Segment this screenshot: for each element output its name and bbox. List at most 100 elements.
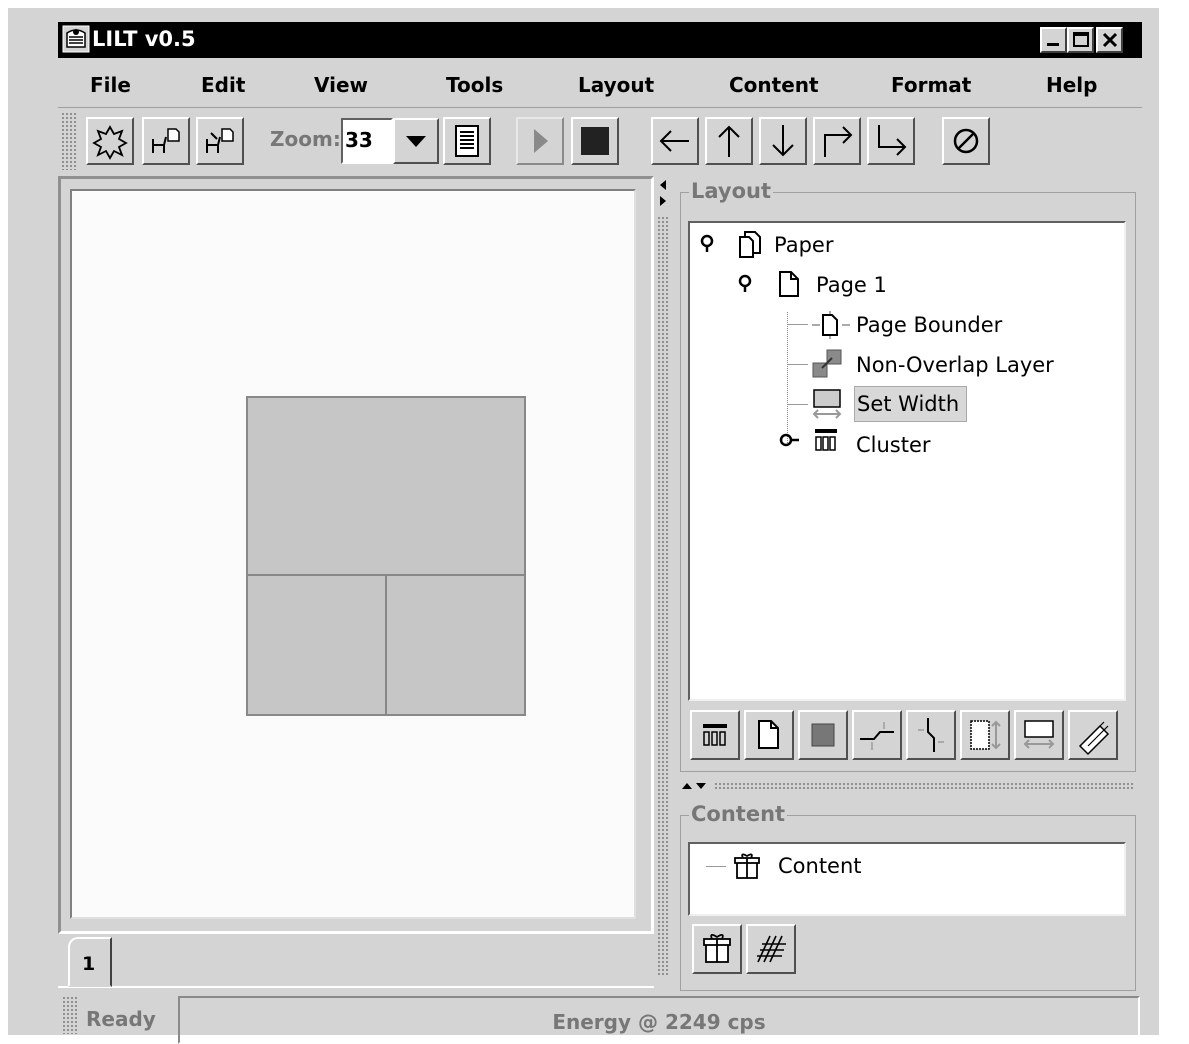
zoom-input[interactable]: 33 xyxy=(341,118,393,164)
stack-icon xyxy=(1078,721,1110,756)
page-view-button[interactable] xyxy=(443,117,491,165)
cancel-button[interactable] xyxy=(942,117,990,165)
tree-node-non-overlap-layer[interactable]: Non-Overlap Layer xyxy=(856,351,1054,379)
menu-bar: File Edit View Tools Layout Content Form… xyxy=(58,60,1142,108)
status-bar: Ready Energy @ 2249 cps xyxy=(58,992,1142,1044)
tree-node-page-bounder[interactable]: Page Bounder xyxy=(856,311,1002,339)
arrow-left-icon xyxy=(659,130,689,152)
content-group-title: Content xyxy=(689,802,788,826)
move-down-button[interactable] xyxy=(759,117,807,165)
add-text-button[interactable] xyxy=(746,924,796,974)
window-title: LILT v0.5 xyxy=(92,27,196,51)
arrow-down-icon xyxy=(772,125,794,157)
tree-node-paper[interactable]: Paper xyxy=(774,231,833,259)
content-tree[interactable]: Content xyxy=(688,842,1126,916)
add-cluster-button[interactable] xyxy=(690,710,740,760)
page-tab-strip xyxy=(58,934,654,988)
tree-node-set-width[interactable]: Set Width xyxy=(854,386,967,422)
move-next-button[interactable] xyxy=(813,117,861,165)
layout-group-title: Layout xyxy=(689,179,774,203)
title-bar[interactable]: LILT v0.5 xyxy=(58,22,1142,58)
maximize-button[interactable] xyxy=(1067,27,1094,53)
close-button[interactable] xyxy=(1096,27,1123,53)
page-icon xyxy=(779,271,799,297)
split-divider-grip xyxy=(657,216,669,976)
layout-tree[interactable]: Paper Page 1 Page Bounder Non-Overlap La… xyxy=(688,221,1126,701)
play-icon xyxy=(534,129,548,153)
tree-connector-line xyxy=(788,364,808,365)
menu-help[interactable]: Help xyxy=(1046,71,1097,99)
toolbar-grip[interactable] xyxy=(61,112,77,170)
cluster-icon xyxy=(815,429,837,451)
new-button[interactable] xyxy=(86,117,134,165)
menu-format[interactable]: Format xyxy=(891,71,971,99)
add-box-button[interactable] xyxy=(798,710,848,760)
chair-page-icon xyxy=(152,128,180,153)
stop-icon xyxy=(581,127,609,155)
open-button[interactable] xyxy=(142,117,190,165)
set-width-button[interactable] xyxy=(1014,710,1064,760)
maximize-icon xyxy=(1073,32,1089,47)
layout-box-bottom-right[interactable] xyxy=(385,574,526,716)
vertical-split-icon xyxy=(918,718,944,752)
page-bounder-icon xyxy=(812,311,850,339)
menu-file[interactable]: File xyxy=(90,71,131,99)
expand-handle-icon[interactable] xyxy=(778,431,802,449)
arrow-down-right-icon xyxy=(878,125,907,156)
tree-node-page-1[interactable]: Page 1 xyxy=(816,271,887,299)
menu-edit[interactable]: Edit xyxy=(201,71,245,99)
tree-connector-line xyxy=(787,312,788,445)
move-into-button[interactable] xyxy=(867,117,915,165)
layout-box-bottom-left[interactable] xyxy=(246,574,388,716)
collapse-arrows-icon[interactable] xyxy=(680,778,710,792)
menu-layout[interactable]: Layout xyxy=(578,71,654,99)
minimize-button[interactable] xyxy=(1040,27,1067,53)
status-energy: Energy @ 2249 cps xyxy=(552,1010,766,1034)
set-height-button[interactable] xyxy=(960,710,1010,760)
status-energy-field: Energy @ 2249 cps xyxy=(178,996,1140,1044)
tab-strip-line xyxy=(58,986,654,988)
toolbar: Zoom: 33 xyxy=(58,110,1142,174)
app-logo-icon xyxy=(62,25,90,53)
tree-connector-line xyxy=(706,866,726,867)
save-button[interactable] xyxy=(196,117,244,165)
menu-content[interactable]: Content xyxy=(729,71,819,99)
tree-node-set-width-label: Set Width xyxy=(857,392,960,416)
horizontal-split-button[interactable] xyxy=(852,710,902,760)
chevron-down-icon xyxy=(406,136,426,147)
zoom-dropdown-button[interactable] xyxy=(393,118,439,164)
add-content-button[interactable] xyxy=(692,924,742,974)
stop-button[interactable] xyxy=(571,117,619,165)
page-icon xyxy=(758,720,779,749)
minimize-icon xyxy=(1047,43,1059,46)
expand-handle-icon[interactable] xyxy=(698,233,716,257)
box-icon xyxy=(811,723,835,747)
chair-page-save-icon xyxy=(206,128,234,153)
collapse-arrows-icon[interactable] xyxy=(656,178,670,216)
expand-handle-icon[interactable] xyxy=(736,273,754,297)
set-width-icon xyxy=(812,389,842,419)
tree-node-cluster[interactable]: Cluster xyxy=(856,431,931,459)
layout-box-top[interactable] xyxy=(246,396,526,578)
layout-canvas[interactable] xyxy=(70,189,636,919)
move-left-button[interactable] xyxy=(651,117,699,165)
panel-splitter-grip xyxy=(714,782,1134,790)
panel-splitter[interactable] xyxy=(674,774,1136,800)
stack-button[interactable] xyxy=(1068,710,1118,760)
arrow-up-right-icon xyxy=(824,126,853,157)
cancel-icon xyxy=(953,128,979,154)
add-page-button[interactable] xyxy=(744,710,794,760)
menu-tools[interactable]: Tools xyxy=(446,71,503,99)
play-button[interactable] xyxy=(516,117,564,165)
pages-icon xyxy=(739,231,761,258)
tree-connector-line xyxy=(788,404,808,405)
split-divider[interactable] xyxy=(654,176,673,988)
page-tab-label: 1 xyxy=(82,953,96,975)
vertical-split-button[interactable] xyxy=(906,710,956,760)
move-up-button[interactable] xyxy=(705,117,753,165)
page-tab[interactable]: 1 xyxy=(68,937,112,987)
status-ready: Ready xyxy=(86,1007,156,1031)
menu-view[interactable]: View xyxy=(314,71,368,99)
content-item[interactable]: Content xyxy=(778,852,862,880)
set-height-icon xyxy=(970,720,1001,750)
